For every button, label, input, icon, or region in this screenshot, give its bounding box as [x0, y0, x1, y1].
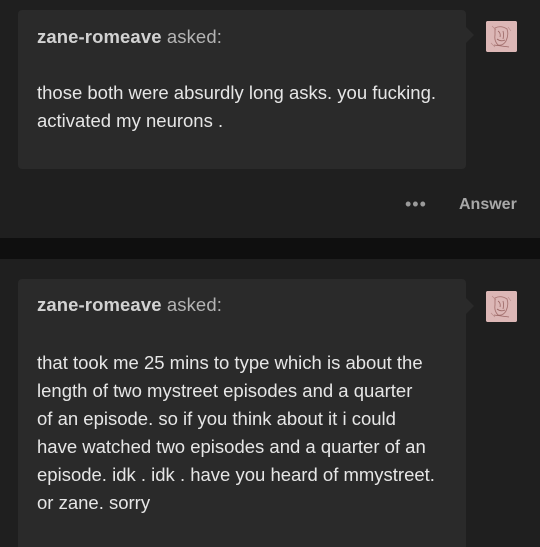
ask-text: those both were absurdly long asks. you …	[37, 79, 455, 135]
ask-bubble: zane-romeave asked: that took me 25 mins…	[18, 279, 474, 547]
ask-text-line: that took me 25 mins to type which is ab…	[37, 352, 423, 373]
asked-label: asked:	[166, 26, 222, 47]
asker-name-link[interactable]: zane-romeave	[37, 294, 162, 315]
ask-text-line: have watched two episodes and a quarter …	[37, 436, 426, 457]
ask-post: zane-romeave asked: those both were absu…	[0, 0, 540, 238]
asker-name-link[interactable]: zane-romeave	[37, 26, 162, 47]
bubble-tail	[466, 298, 474, 314]
more-options-button[interactable]: •••	[405, 195, 427, 213]
pink-sketch-avatar-icon	[486, 291, 517, 322]
dashboard-page: zane-romeave asked: those both were absu…	[0, 0, 540, 547]
ask-text-line: length of two mystreet episodes and a qu…	[37, 380, 413, 401]
ask-text-line: or zane. sorry	[37, 492, 151, 513]
asker-line: zane-romeave asked:	[37, 26, 222, 48]
pink-sketch-avatar-icon	[486, 21, 517, 52]
answer-button[interactable]: Answer	[459, 196, 517, 214]
asked-label: asked:	[166, 294, 222, 315]
asker-line: zane-romeave asked:	[37, 294, 222, 316]
ask-text-line: episode. idk . idk . have you heard of m…	[37, 464, 435, 485]
ask-bubble: zane-romeave asked: those both were absu…	[18, 10, 474, 169]
ask-text-line: those both were absurdly long asks. you …	[37, 82, 437, 103]
ask-text: that took me 25 mins to type which is ab…	[37, 349, 455, 517]
asker-avatar[interactable]	[486, 291, 517, 322]
ask-text-line: activated my neurons .	[37, 110, 224, 131]
asker-avatar[interactable]	[486, 21, 517, 52]
ask-post: zane-romeave asked: that took me 25 mins…	[0, 259, 540, 547]
ask-text-line: of an episode. so if you think about it …	[37, 408, 396, 429]
bubble-tail	[466, 27, 474, 43]
